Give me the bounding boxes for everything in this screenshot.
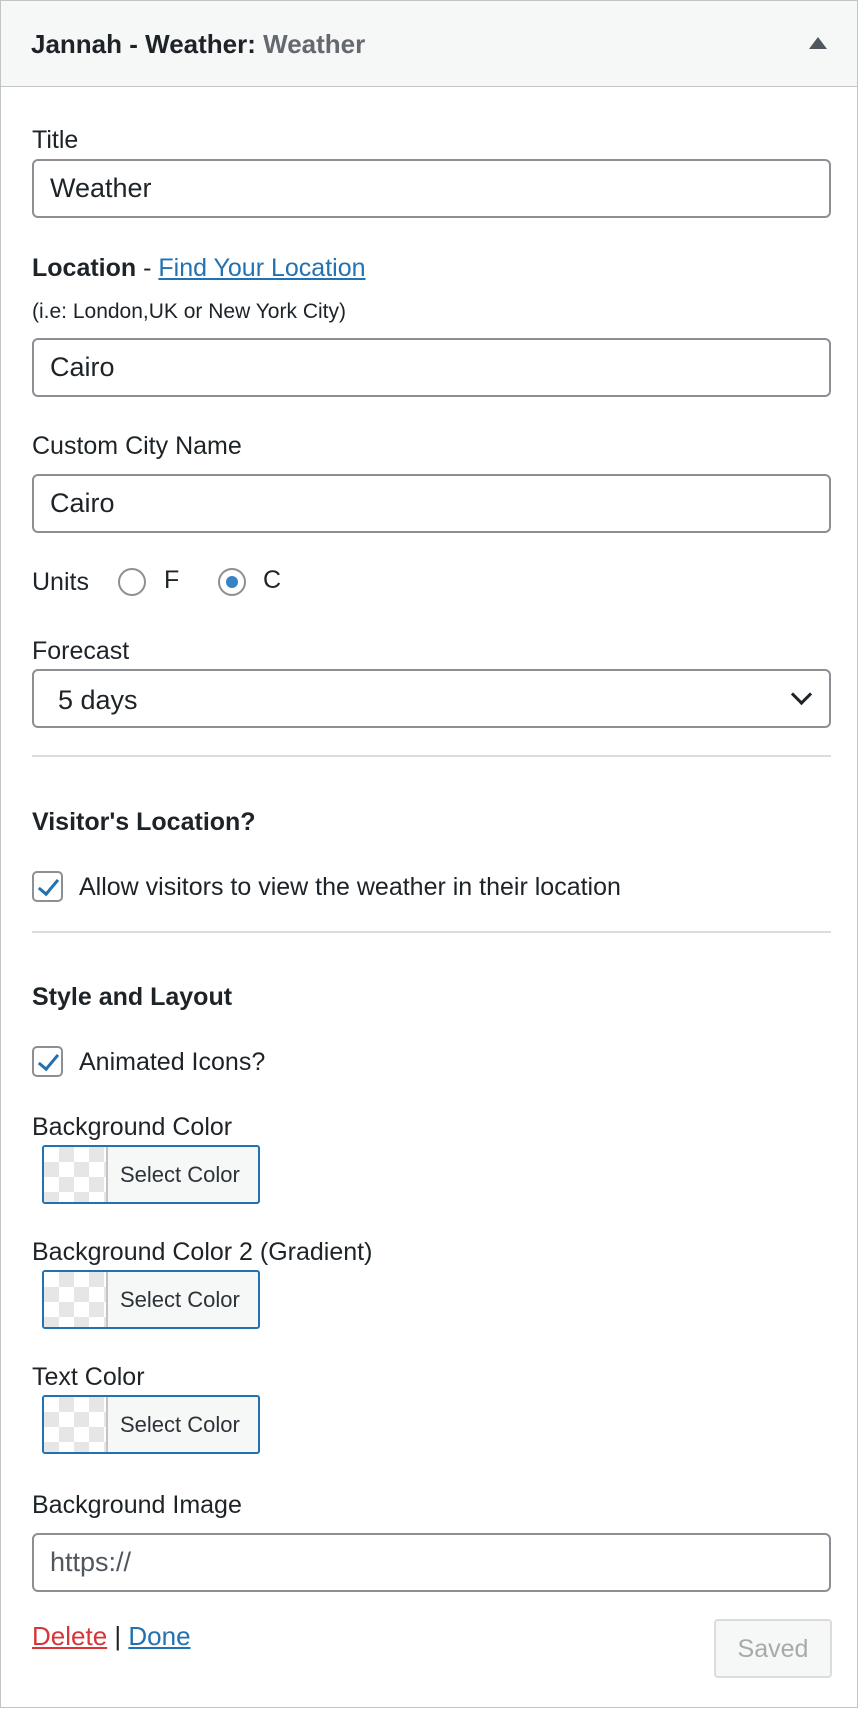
color-swatch bbox=[44, 1147, 108, 1202]
divider bbox=[32, 755, 831, 757]
delete-link[interactable]: Delete bbox=[32, 1621, 107, 1651]
widget-header[interactable]: Jannah - Weather: Weather bbox=[1, 1, 857, 87]
title-input[interactable] bbox=[32, 159, 831, 218]
units-radio-c-label: C bbox=[263, 566, 282, 594]
select-color-label: Select Color bbox=[120, 1412, 240, 1437]
saved-button[interactable]: Saved bbox=[714, 1619, 832, 1678]
select-color-label: Select Color bbox=[120, 1162, 240, 1187]
text-color-label: Text Color bbox=[32, 1363, 145, 1391]
units-label: Units bbox=[32, 568, 89, 596]
title-label: Title bbox=[32, 126, 79, 154]
location-label-row: Location - Find Your Location bbox=[32, 254, 366, 283]
animated-icons-checkbox[interactable] bbox=[32, 1046, 63, 1077]
units-radio-f[interactable] bbox=[118, 568, 146, 596]
background-color-picker-button[interactable]: Select Color bbox=[42, 1145, 260, 1204]
background-color-2-picker-button[interactable]: Select Color bbox=[42, 1270, 260, 1329]
background-color-label: Background Color bbox=[32, 1113, 233, 1141]
units-radio-f-label: F bbox=[164, 566, 180, 594]
style-layout-heading: Style and Layout bbox=[32, 983, 233, 1011]
widget-title: Jannah - Weather: Weather bbox=[31, 29, 365, 60]
units-radio-c[interactable] bbox=[218, 568, 246, 596]
color-swatch bbox=[44, 1397, 108, 1452]
forecast-select[interactable]: 5 days bbox=[32, 669, 831, 728]
checkmark-icon bbox=[37, 1048, 60, 1072]
chevron-down-icon bbox=[790, 683, 813, 706]
footer-actions: Delete | Done bbox=[32, 1621, 191, 1652]
weather-widget-panel: Jannah - Weather: Weather Title Location… bbox=[0, 0, 858, 1708]
done-link[interactable]: Done bbox=[128, 1621, 190, 1651]
checkmark-icon bbox=[37, 873, 60, 897]
visitor-location-checkbox[interactable] bbox=[32, 871, 63, 902]
find-location-link[interactable]: Find Your Location bbox=[158, 254, 365, 282]
collapse-arrow-icon[interactable] bbox=[809, 37, 827, 49]
widget-title-sub: Weather bbox=[263, 29, 366, 59]
forecast-select-value: 5 days bbox=[58, 685, 138, 715]
custom-city-label: Custom City Name bbox=[32, 432, 242, 460]
background-image-label: Background Image bbox=[32, 1491, 242, 1519]
custom-city-input[interactable] bbox=[32, 474, 831, 533]
visitor-location-checkbox-label[interactable]: Allow visitors to view the weather in th… bbox=[79, 873, 621, 902]
background-image-input[interactable] bbox=[32, 1533, 831, 1592]
forecast-label: Forecast bbox=[32, 637, 130, 665]
background-color-2-label: Background Color 2 (Gradient) bbox=[32, 1238, 373, 1266]
text-color-picker-button[interactable]: Select Color bbox=[42, 1395, 260, 1454]
location-label: Location bbox=[32, 254, 137, 282]
location-input[interactable] bbox=[32, 338, 831, 397]
animated-icons-label[interactable]: Animated Icons? bbox=[79, 1048, 265, 1077]
divider bbox=[32, 931, 831, 933]
location-separator: - bbox=[136, 254, 159, 282]
color-swatch bbox=[44, 1272, 108, 1327]
visitor-location-heading: Visitor's Location? bbox=[32, 808, 256, 836]
location-hint: (i.e: London,UK or New York City) bbox=[32, 300, 346, 323]
footer-separator: | bbox=[114, 1621, 122, 1651]
select-color-label: Select Color bbox=[120, 1287, 240, 1312]
widget-title-prefix: Jannah - Weather: bbox=[31, 29, 256, 59]
